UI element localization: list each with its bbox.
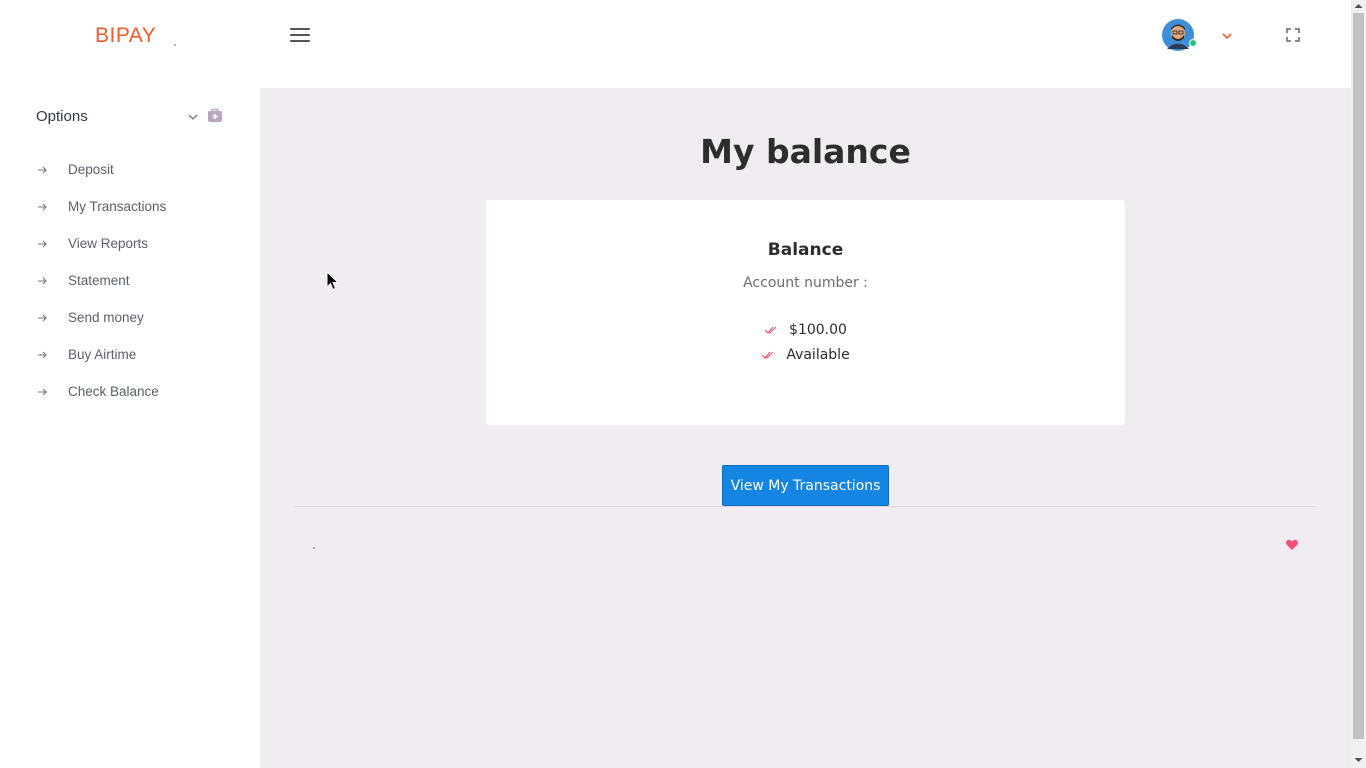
balance-card: Balance Account number : $100.00 Availab… xyxy=(486,200,1125,425)
card-title: Balance xyxy=(767,240,844,260)
footer-divider xyxy=(295,506,1316,507)
arrow-right-icon xyxy=(38,203,47,210)
sidebar-item-label: Deposit xyxy=(68,162,114,177)
medkit-icon xyxy=(207,107,223,123)
view-my-transactions-button[interactable]: View My Transactions xyxy=(722,465,889,506)
arrow-right-icon xyxy=(38,166,47,173)
user-avatar-icon[interactable] xyxy=(1162,19,1197,51)
footer-dot xyxy=(313,547,315,549)
app-logo[interactable]: BIPAY xyxy=(95,24,156,48)
sidebar-item-view-reports[interactable]: View Reports xyxy=(36,225,166,262)
fullscreen-icon[interactable] xyxy=(1285,27,1301,43)
arrow-right-icon xyxy=(38,388,47,395)
sidebar-item-statement[interactable]: Statement xyxy=(36,262,166,299)
sidebar-item-label: Send money xyxy=(68,310,144,325)
balance-amount: $100.00 xyxy=(789,322,847,338)
sidebar-item-label: My Transactions xyxy=(68,199,167,214)
double-check-icon xyxy=(764,326,777,334)
sidebar-title: Options xyxy=(36,108,88,125)
heart-icon xyxy=(1285,537,1299,551)
arrow-right-icon xyxy=(38,240,47,247)
scroll-down-arrow-icon[interactable] xyxy=(1354,756,1363,764)
scroll-up-arrow-icon[interactable] xyxy=(1354,2,1363,10)
main-content: My balance Balance Account number : $100… xyxy=(260,88,1351,768)
logo-dot xyxy=(174,44,176,46)
balance-amount-row: $100.00 xyxy=(486,322,1125,338)
balance-status-row: Available xyxy=(486,347,1125,363)
scrollbar-thumb[interactable] xyxy=(1353,13,1364,739)
hamburger-menu-icon[interactable] xyxy=(290,27,312,43)
sidebar-item-label: View Reports xyxy=(68,236,149,251)
sidebar: Options Deposit My Transactions View Rep… xyxy=(0,88,260,768)
sidebar-item-deposit[interactable]: Deposit xyxy=(36,151,166,188)
sidebar-item-label: Buy Airtime xyxy=(68,347,137,362)
sidebar-item-buy-airtime[interactable]: Buy Airtime xyxy=(36,336,166,373)
chevron-down-icon[interactable] xyxy=(187,108,199,120)
page-title: My balance xyxy=(700,132,911,171)
arrow-right-icon xyxy=(38,314,47,321)
arrow-right-icon xyxy=(38,351,47,358)
sidebar-item-my-transactions[interactable]: My Transactions xyxy=(36,188,166,225)
arrow-right-icon xyxy=(38,277,47,284)
sidebar-item-send-money[interactable]: Send money xyxy=(36,299,166,336)
sidebar-menu: Deposit My Transactions View Reports Sta… xyxy=(36,151,166,410)
chevron-down-icon[interactable] xyxy=(1220,28,1234,42)
balance-status: Available xyxy=(786,347,850,363)
double-check-icon xyxy=(761,351,774,359)
vertical-scrollbar[interactable] xyxy=(1351,0,1366,768)
sidebar-item-label: Check Balance xyxy=(68,384,159,399)
account-number-label: Account number : xyxy=(743,275,868,291)
top-bar: BIPAY xyxy=(0,0,1351,88)
mouse-cursor-icon xyxy=(326,270,340,291)
sidebar-item-check-balance[interactable]: Check Balance xyxy=(36,373,166,410)
sidebar-item-label: Statement xyxy=(68,273,130,288)
online-status-indicator xyxy=(1189,39,1197,47)
sidebar-header[interactable]: Options xyxy=(36,106,226,126)
